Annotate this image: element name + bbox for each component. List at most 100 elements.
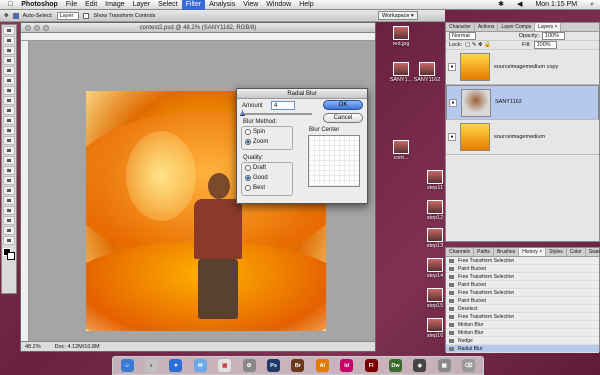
eye-icon[interactable]: ● — [449, 98, 457, 107]
color-swatches[interactable] — [3, 248, 15, 260]
pen-tool-icon[interactable] — [3, 166, 15, 175]
tab-layer-comps[interactable]: Layer Comps — [498, 23, 536, 31]
safari-icon[interactable]: ✦ — [169, 359, 183, 372]
tab-paths[interactable]: Paths — [474, 248, 494, 256]
shape-tool-icon[interactable] — [3, 196, 15, 205]
auto-select-dropdown[interactable]: Layer — [56, 11, 80, 20]
history-item[interactable]: Free Transform Selection — [446, 273, 599, 281]
ok-button[interactable]: OK — [323, 100, 363, 110]
history-item[interactable]: Motion Blur — [446, 329, 599, 337]
workspace-button[interactable]: Workspace ▾ — [378, 11, 418, 20]
path-select-tool-icon[interactable] — [3, 186, 15, 195]
notes-tool-icon[interactable] — [3, 206, 15, 215]
menu-analysis[interactable]: Analysis — [205, 0, 239, 10]
menu-help[interactable]: Help — [295, 0, 317, 10]
tab-color[interactable]: Color — [567, 248, 586, 256]
zoom-level[interactable]: 48.2% — [25, 342, 41, 351]
eye-icon[interactable]: ● — [448, 63, 456, 71]
desktop-file[interactable]: red.jpg — [384, 26, 418, 47]
horizontal-ruler[interactable] — [21, 33, 375, 41]
app-icon[interactable]: ◆ — [413, 359, 427, 372]
opacity-input[interactable]: 100% — [541, 32, 565, 40]
layer-row-selected[interactable]: ● SANY1162 — [446, 85, 599, 120]
blur-tool-icon[interactable] — [3, 146, 15, 155]
amount-slider-track[interactable] — [242, 113, 312, 115]
good-radio[interactable]: Good — [245, 175, 268, 181]
menu-window[interactable]: Window — [262, 0, 295, 10]
hand-tool-icon[interactable] — [3, 226, 15, 235]
tab-layers[interactable]: Layers × — [535, 23, 562, 31]
stamp-tool-icon[interactable] — [3, 106, 15, 115]
crop-tool-icon[interactable] — [3, 66, 15, 75]
system-preferences-icon[interactable]: ⚙ — [242, 359, 256, 372]
history-item[interactable]: Paint Bucket — [446, 265, 599, 273]
desktop-file[interactable]: cont... — [384, 140, 418, 161]
eyedropper-tool-icon[interactable] — [3, 216, 15, 225]
menu-file[interactable]: File — [62, 0, 81, 10]
flash-icon[interactable]: Fl — [364, 359, 378, 372]
spotlight-icon[interactable]: ⌕ — [586, 0, 598, 10]
tab-channels[interactable]: Channels — [446, 248, 475, 256]
calendar-icon[interactable]: ▦ — [218, 359, 232, 372]
move-tool-icon[interactable]: ✥ — [4, 13, 9, 19]
history-item[interactable]: Paint Bucket — [446, 297, 599, 305]
healing-tool-icon[interactable] — [3, 86, 15, 95]
doc-size[interactable]: Doc: 4.12M/10.8M — [55, 342, 100, 351]
mail-icon[interactable]: ✉ — [193, 359, 207, 372]
apple-menu-icon[interactable]:  — [4, 0, 17, 10]
history-item[interactable]: Free Transform Selection — [446, 313, 599, 321]
tab-actions[interactable]: Actions — [475, 23, 499, 31]
type-tool-icon[interactable] — [3, 176, 15, 185]
amount-input[interactable]: 4 — [271, 101, 295, 110]
app-menu[interactable]: Photoshop — [17, 0, 62, 10]
zoom-window-button[interactable] — [43, 25, 49, 31]
blend-mode-dropdown[interactable]: Normal — [449, 32, 476, 40]
vertical-ruler[interactable] — [21, 41, 29, 341]
bluetooth-icon[interactable]: ✱ — [494, 0, 508, 10]
history-item[interactable]: Free Transform Selection — [446, 289, 599, 297]
trash-icon[interactable]: ⌫ — [462, 359, 476, 372]
fill-input[interactable]: 100% — [533, 41, 557, 49]
desktop-file[interactable]: SANY1162 — [410, 62, 444, 83]
tab-brushes[interactable]: Brushes — [494, 248, 520, 256]
move-tool-icon[interactable] — [3, 26, 15, 35]
dreamweaver-icon[interactable]: Dw — [388, 359, 402, 372]
tab-swatches[interactable]: Swatches — [586, 248, 600, 256]
menu-select[interactable]: Select — [154, 0, 181, 10]
brush-tool-icon[interactable] — [3, 96, 15, 105]
layer-row[interactable]: ● sourceimagemedium — [446, 120, 599, 155]
menu-layer[interactable]: Layer — [129, 0, 155, 10]
lasso-tool-icon[interactable] — [3, 46, 15, 55]
eye-icon[interactable]: ● — [448, 133, 456, 141]
menu-edit[interactable]: Edit — [81, 0, 101, 10]
dialog-title[interactable]: Radial Blur — [237, 89, 367, 99]
history-item[interactable]: Nudge — [446, 337, 599, 345]
minimize-window-button[interactable] — [34, 25, 40, 31]
spin-radio[interactable]: Spin — [245, 129, 265, 135]
app-icon[interactable]: ▣ — [437, 359, 451, 372]
slice-tool-icon[interactable] — [3, 76, 15, 85]
history-item[interactable]: Deselect — [446, 305, 599, 313]
layer-row[interactable]: ● sourceimagemedium copy — [446, 50, 599, 85]
show-transform-checkbox[interactable] — [83, 12, 90, 19]
photoshop-icon[interactable]: Ps — [267, 359, 281, 372]
finder-icon[interactable]: ☺ — [120, 359, 134, 372]
auto-select-checkbox[interactable] — [12, 12, 19, 19]
document-titlebar[interactable]: contest2.psd @ 48.2% (SANY1162, RGB/8) — [21, 23, 375, 33]
history-brush-tool-icon[interactable] — [3, 116, 15, 125]
bridge-icon[interactable]: Br — [291, 359, 305, 372]
gradient-tool-icon[interactable] — [3, 136, 15, 145]
indesign-icon[interactable]: Id — [340, 359, 354, 372]
best-radio[interactable]: Best — [245, 185, 265, 191]
zoom-radio[interactable]: Zoom — [245, 139, 268, 145]
illustrator-icon[interactable]: Ai — [315, 359, 329, 372]
eraser-tool-icon[interactable] — [3, 126, 15, 135]
menu-view[interactable]: View — [239, 0, 262, 10]
history-item[interactable]: Motion Blur — [446, 321, 599, 329]
cancel-button[interactable]: Cancel — [323, 113, 363, 123]
close-window-button[interactable] — [25, 25, 31, 31]
marquee-tool-icon[interactable] — [3, 36, 15, 45]
menu-image[interactable]: Image — [101, 0, 128, 10]
dodge-tool-icon[interactable] — [3, 156, 15, 165]
preview-icon[interactable]: ◐ — [145, 359, 159, 372]
